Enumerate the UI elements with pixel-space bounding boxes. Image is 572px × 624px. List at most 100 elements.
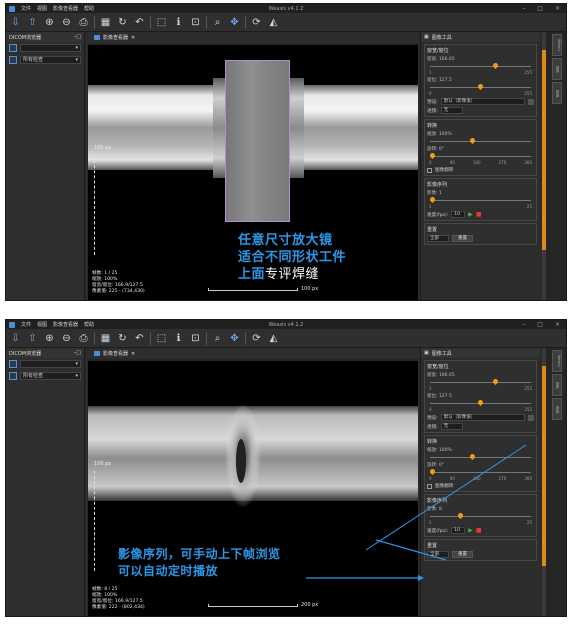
select-icon[interactable]: ⬚ bbox=[155, 332, 168, 345]
search-icon[interactable]: ⌕ bbox=[211, 16, 224, 29]
rotate-slider[interactable] bbox=[428, 467, 531, 476]
maximize-button[interactable]: □ bbox=[537, 321, 543, 328]
pan-icon[interactable]: ✥ bbox=[228, 16, 241, 29]
toolbar-separator bbox=[150, 331, 151, 345]
radiograph-image[interactable]: 100 px 帧数: 1 / 25 缩放: 100% 窗宽/窗位: 166.9/… bbox=[88, 45, 418, 300]
zoom-out-icon[interactable]: ⊖ bbox=[60, 332, 73, 345]
panel-controls[interactable]: –□ bbox=[74, 350, 81, 356]
undo-icon[interactable]: ↶ bbox=[133, 332, 146, 345]
undo-icon[interactable]: ↶ bbox=[133, 16, 146, 29]
study-filter-select[interactable]: 所有检查 bbox=[20, 56, 81, 64]
preset-action-icon[interactable] bbox=[528, 414, 534, 421]
zoom-out-icon[interactable]: ⊖ bbox=[60, 16, 73, 29]
panel-controls[interactable]: –□ bbox=[74, 34, 81, 40]
image-viewer: 影像查看器 ✕ 100 px 帧数: 8 / 25 缩放: 100% 窗宽/窗位:… bbox=[88, 348, 418, 616]
print-icon[interactable]: ⎙ bbox=[77, 16, 90, 29]
zoom-slider[interactable] bbox=[430, 136, 531, 145]
flip-checkbox[interactable] bbox=[427, 483, 432, 489]
zoom-in-icon[interactable]: ⊕ bbox=[43, 332, 56, 345]
image-tools-title: 图像工具 bbox=[431, 350, 452, 357]
pan-icon[interactable]: ✥ bbox=[228, 332, 241, 345]
side-tab-plugins[interactable]: 插件 bbox=[552, 374, 562, 396]
import-icon[interactable]: ⇩ bbox=[9, 16, 22, 29]
export-icon[interactable]: ⇧ bbox=[26, 16, 39, 29]
window-slider[interactable] bbox=[430, 377, 531, 386]
study-filter-select[interactable]: 所有检查 bbox=[20, 372, 81, 380]
side-tab-measure[interactable]: 测量 bbox=[552, 398, 562, 420]
main-toolbar: ⇩ ⇧ ⊕ ⊖ ⎙ ▦ ↻ ↶ ⬚ ℹ ⊡ ⌕ ✥ ⟳ ◭ bbox=[6, 13, 566, 32]
tab-close-icon[interactable]: ✕ bbox=[131, 351, 135, 357]
layout-icon[interactable]: ▦ bbox=[99, 332, 112, 345]
roi-icon[interactable]: ⊡ bbox=[189, 332, 202, 345]
refresh-icon[interactable]: ↻ bbox=[116, 332, 129, 345]
play-icon[interactable]: ▶ bbox=[468, 527, 473, 534]
window-title: Weasis v4.1.2 bbox=[268, 321, 304, 328]
viewer-tab[interactable]: 影像查看器 ✕ bbox=[88, 348, 418, 359]
lut-select[interactable]: 无 bbox=[440, 107, 463, 114]
level-slider[interactable] bbox=[430, 82, 531, 91]
calendar-icon bbox=[9, 372, 17, 380]
stop-icon[interactable]: ■ bbox=[476, 527, 482, 534]
image-tools-panel: ▣ 图像工具 窗宽/窗位 窗宽: 166.65 1 255 窗位: 127.5 02… bbox=[420, 348, 540, 616]
cine-caption: 影像序列，可手动上下帧浏览 可以自动定时播放 bbox=[118, 546, 281, 580]
wl-title: 窗宽/窗位 bbox=[427, 364, 449, 370]
measure-icon[interactable]: ℹ bbox=[172, 16, 185, 29]
frame-slider[interactable] bbox=[428, 195, 531, 204]
flip-icon[interactable]: ◭ bbox=[267, 332, 280, 345]
zoom-in-icon[interactable]: ⊕ bbox=[43, 16, 56, 29]
tab-close-icon[interactable]: ✕ bbox=[131, 35, 135, 41]
speed-input[interactable]: 10 bbox=[451, 527, 466, 534]
side-tab-weasis[interactable]: Weasis bbox=[552, 34, 562, 56]
transform-group: 转换 缩放: 100% 旋转: 0° 0 90 180 270 360 图像翻转 bbox=[424, 435, 537, 492]
flip-checkbox[interactable] bbox=[427, 167, 432, 173]
reset-button[interactable]: 重置 bbox=[452, 235, 473, 242]
print-icon[interactable]: ⎙ bbox=[77, 332, 90, 345]
reset-select[interactable]: 全部 bbox=[427, 551, 449, 558]
export-icon[interactable]: ⇧ bbox=[26, 332, 39, 345]
reset-select[interactable]: 全部 bbox=[427, 235, 449, 242]
reset-button[interactable]: 重置 bbox=[452, 551, 473, 558]
maximize-button[interactable]: □ bbox=[537, 5, 543, 12]
rotate-slider[interactable] bbox=[428, 151, 531, 160]
layout-icon[interactable]: ▦ bbox=[99, 16, 112, 29]
window-slider[interactable] bbox=[430, 61, 531, 70]
window-level-group: 窗宽/窗位 窗宽: 166.65 1 255 窗位: 127.5 0 255 预设:… bbox=[424, 360, 537, 433]
measure-icon[interactable]: ℹ bbox=[172, 332, 185, 345]
import-icon[interactable]: ⇩ bbox=[9, 332, 22, 345]
side-tab-weasis[interactable]: Weasis bbox=[552, 350, 562, 372]
preset-select[interactable]: 默认（影像值） bbox=[440, 98, 525, 105]
reset-group: 重置 全部 重置 bbox=[424, 539, 537, 561]
close-window-button[interactable]: × bbox=[555, 321, 560, 328]
play-icon[interactable]: ▶ bbox=[468, 211, 473, 218]
frame-slider[interactable] bbox=[430, 511, 531, 520]
refresh-icon[interactable]: ↻ bbox=[116, 16, 129, 29]
rotate-icon[interactable]: ⟳ bbox=[250, 332, 263, 345]
speed-input[interactable]: 10 bbox=[451, 211, 466, 218]
search-icon[interactable]: ⌕ bbox=[211, 332, 224, 345]
viewer-tab[interactable]: 影像查看器 ✕ bbox=[88, 32, 418, 43]
preset-select[interactable]: 默认（影像值） bbox=[440, 414, 525, 421]
minimize-button[interactable]: – bbox=[522, 321, 525, 328]
zoom-slider[interactable] bbox=[430, 452, 531, 461]
patient-select[interactable] bbox=[20, 360, 81, 368]
zoom-label: 缩放: 100% bbox=[427, 448, 452, 453]
minimize-button[interactable]: – bbox=[522, 5, 525, 12]
lut-select[interactable]: 无 bbox=[440, 423, 463, 430]
flip-icon[interactable]: ◭ bbox=[267, 16, 280, 29]
select-icon[interactable]: ⬚ bbox=[155, 16, 168, 29]
preset-action-icon[interactable] bbox=[528, 98, 534, 105]
cine-group: 影像序列 影像: 1 1 25 速度(fps): 10 ▶ ■ bbox=[424, 178, 537, 221]
magnifier-lens[interactable] bbox=[225, 60, 290, 222]
frame-label: 影像: 8 bbox=[427, 507, 442, 512]
patient-select[interactable] bbox=[20, 44, 81, 52]
roi-icon[interactable]: ⊡ bbox=[189, 16, 202, 29]
level-slider[interactable] bbox=[430, 398, 531, 407]
dicom-browser-title: DICOM浏览器 bbox=[9, 34, 42, 41]
screenshot-cine: 文件 视图 影像查看器 帮助 Weasis v4.1.2 – □ × ⇩ ⇧ ⊕ ⊖ ⎙ ▦ ↻ ↶ ⬚ ℹ… bbox=[5, 319, 567, 617]
stop-icon[interactable]: ■ bbox=[476, 211, 482, 218]
close-window-button[interactable]: × bbox=[555, 5, 560, 12]
radiograph-image[interactable]: 100 px 帧数: 8 / 25 缩放: 100% 窗宽/窗位: 166.9/… bbox=[88, 361, 418, 616]
side-tab-plugins[interactable]: 插件 bbox=[552, 58, 562, 80]
side-tab-measure[interactable]: 测量 bbox=[552, 82, 562, 104]
rotate-icon[interactable]: ⟳ bbox=[250, 16, 263, 29]
